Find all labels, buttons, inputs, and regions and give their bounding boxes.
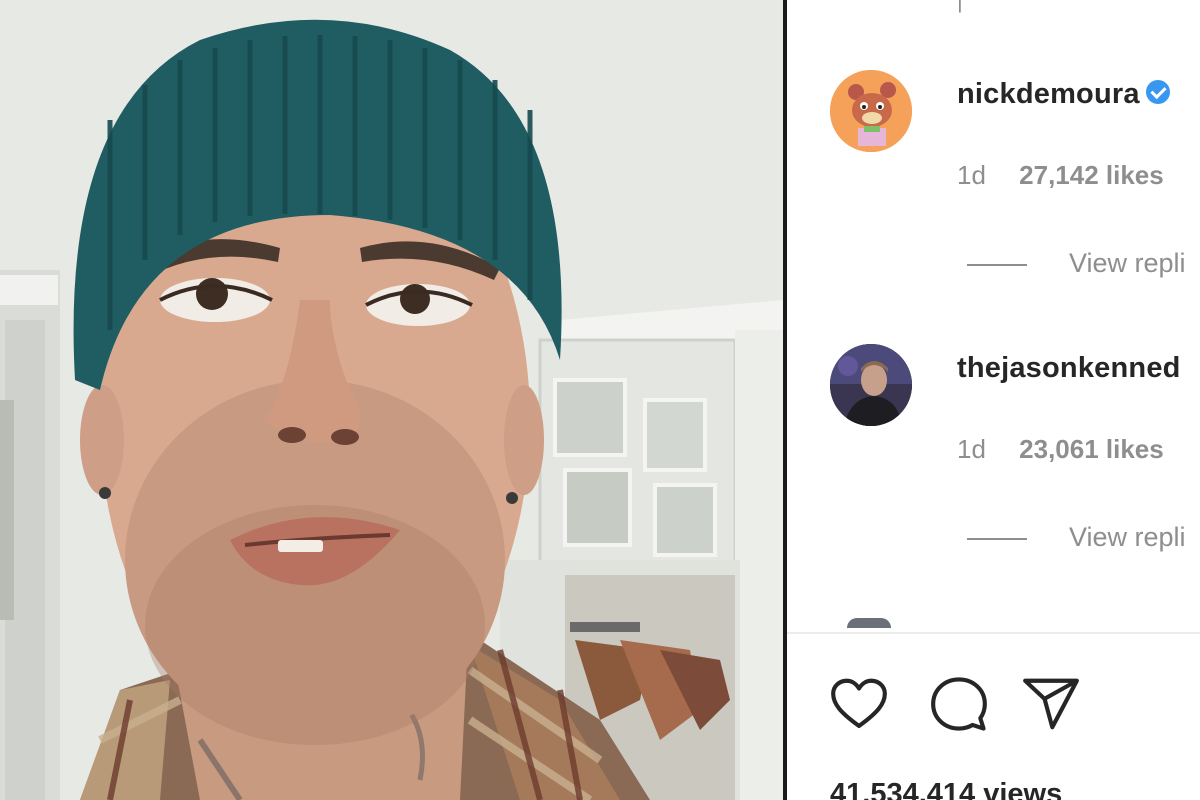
speech-bubble-icon — [931, 677, 987, 731]
comment-meta: 1d 23,061 likes — [957, 434, 1164, 465]
username-text[interactable]: thejasonkenned — [957, 352, 1181, 384]
comment-likes[interactable]: 23,061 likes — [1019, 434, 1164, 464]
heart-icon — [831, 678, 887, 729]
next-comment-avatar-peek — [847, 618, 891, 628]
replies-line — [967, 263, 1027, 266]
person-photo-avatar-icon[interactable] — [830, 344, 912, 426]
view-replies-label[interactable]: View repli — [1069, 248, 1186, 278]
like-button[interactable] — [827, 672, 891, 736]
comment-button[interactable] — [927, 672, 991, 736]
comment-item: nickdemoura 1d 27,142 likes View repli — [787, 70, 1200, 330]
username-text[interactable]: nickdemoura — [957, 78, 1140, 110]
comment-meta: 1d 27,142 likes — [957, 160, 1164, 191]
share-button[interactable] — [1019, 672, 1083, 736]
view-replies-button[interactable]: View repli — [967, 522, 1186, 553]
post-media[interactable] — [0, 0, 783, 800]
section-divider — [787, 632, 1200, 634]
view-count: 41,534,414 views — [830, 778, 1063, 800]
replies-line — [967, 537, 1027, 540]
comment-username[interactable]: nickdemoura — [957, 78, 1170, 111]
comment-time[interactable]: 1d — [957, 434, 986, 464]
cartoon-bear-avatar-icon[interactable] — [830, 70, 912, 152]
clipped-text-fragment: | — [957, 0, 963, 13]
view-replies-label[interactable]: View repli — [1069, 522, 1186, 552]
comment-time[interactable]: 1d — [957, 160, 986, 190]
comment-likes[interactable]: 27,142 likes — [1019, 160, 1164, 190]
verified-badge-icon — [1145, 80, 1170, 105]
comments-panel[interactable]: | nickdemoura 1d 27,142 likes View repli… — [787, 0, 1200, 800]
paper-plane-icon — [1023, 678, 1079, 730]
comment-username[interactable]: thejasonkenned — [957, 352, 1181, 385]
video-frame-illustration — [0, 0, 783, 800]
view-replies-button[interactable]: View repli — [967, 248, 1186, 279]
comment-item: thejasonkenned 1d 23,061 likes View repl… — [787, 344, 1200, 604]
